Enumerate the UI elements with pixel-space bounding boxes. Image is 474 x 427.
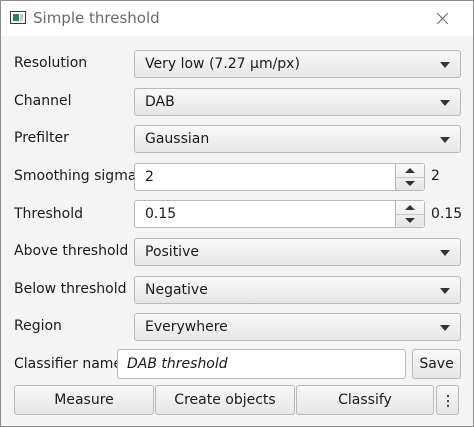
threshold-label: Threshold: [14, 206, 83, 222]
below-threshold-value: Negative: [145, 282, 208, 298]
chevron-down-icon: [440, 288, 450, 294]
dot: [447, 400, 449, 402]
resolution-value: Very low (7.27 µm/px): [145, 56, 300, 72]
prefilter-value: Gaussian: [145, 131, 210, 147]
simple-threshold-dialog: Simple threshold Resolution Very low (7.…: [0, 0, 474, 427]
more-options-icon[interactable]: [436, 385, 459, 415]
decrement-icon[interactable]: [396, 177, 424, 191]
below-threshold-select[interactable]: Negative: [134, 276, 461, 304]
channel-select[interactable]: DAB: [134, 88, 461, 116]
spinner-buttons: [395, 164, 424, 190]
dot: [447, 395, 449, 397]
classify-button[interactable]: Classify: [296, 385, 434, 415]
smoothing-sigma-readout: 2: [431, 168, 440, 184]
chevron-down-icon: [440, 62, 450, 68]
region-select[interactable]: Everywhere: [134, 313, 461, 341]
threshold-value: 0.15: [145, 206, 177, 222]
resolution-select[interactable]: Very low (7.27 µm/px): [134, 50, 461, 78]
above-threshold-value: Positive: [145, 244, 199, 260]
dot: [447, 405, 449, 407]
smoothing-sigma-label: Smoothing sigma: [14, 168, 137, 184]
above-threshold-select[interactable]: Positive: [134, 238, 461, 266]
prefilter-select[interactable]: Gaussian: [134, 125, 461, 153]
threshold-spinner[interactable]: 0.15: [134, 200, 425, 228]
resolution-label: Resolution: [14, 55, 88, 71]
app-window-icon: [10, 11, 26, 24]
title-bar: Simple threshold: [1, 1, 473, 36]
classifier-name-label: Classifier name: [14, 356, 123, 372]
chevron-down-icon: [440, 137, 450, 143]
spinner-buttons: [395, 201, 424, 227]
region-label: Region: [14, 318, 62, 334]
close-icon[interactable]: [412, 1, 473, 36]
increment-icon[interactable]: [396, 201, 424, 214]
prefilter-label: Prefilter: [14, 130, 69, 146]
decrement-icon[interactable]: [396, 214, 424, 228]
channel-label: Channel: [14, 93, 72, 109]
below-threshold-label: Below threshold: [14, 281, 127, 297]
above-threshold-label: Above threshold: [14, 243, 129, 259]
increment-icon[interactable]: [396, 164, 424, 177]
region-value: Everywhere: [145, 319, 228, 335]
create-objects-button[interactable]: Create objects: [155, 385, 295, 415]
window-title: Simple threshold: [33, 9, 160, 27]
save-button[interactable]: Save: [412, 349, 461, 379]
classifier-name-value: DAB threshold: [127, 356, 228, 372]
smoothing-sigma-spinner[interactable]: 2: [134, 163, 425, 191]
chevron-down-icon: [440, 325, 450, 331]
threshold-readout: 0.15: [431, 206, 463, 222]
chevron-down-icon: [440, 100, 450, 106]
measure-button[interactable]: Measure: [14, 385, 154, 415]
classifier-name-input[interactable]: DAB threshold: [117, 349, 406, 379]
chevron-down-icon: [440, 250, 450, 256]
smoothing-sigma-value: 2: [145, 169, 154, 185]
channel-value: DAB: [145, 94, 175, 110]
